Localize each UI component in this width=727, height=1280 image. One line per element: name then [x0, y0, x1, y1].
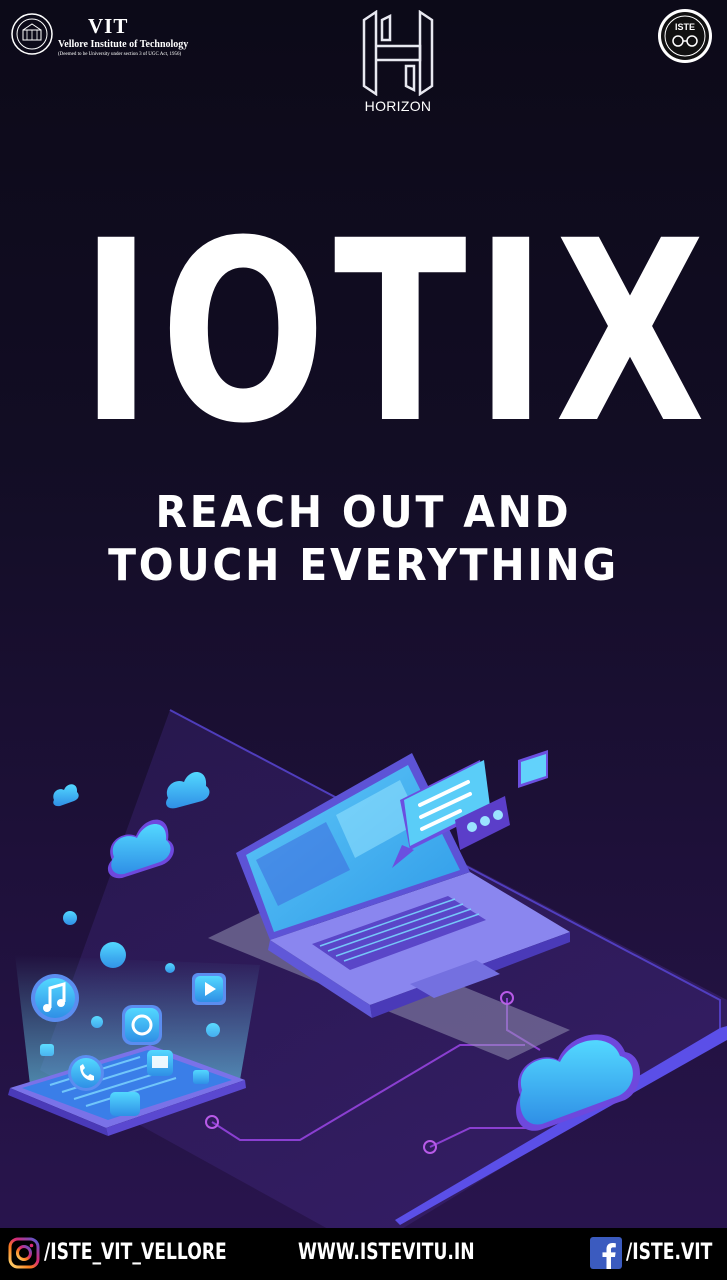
footer-bar: /ISTE_VIT_VELLORE WWW.ISTEVITU.IN /ISTE.… [0, 1228, 727, 1280]
event-title: IOTIX [79, 187, 714, 478]
facebook-handle[interactable]: /ISTE.VIT [626, 1240, 712, 1265]
vit-seal-icon [11, 13, 53, 55]
tagline-line-1: REACH OUT AND [155, 487, 572, 538]
cloud-icon [53, 784, 79, 807]
tagline-line-2: TOUCH EVERYTHING [108, 540, 619, 591]
vit-full-name: Vellore Institute of Technology [58, 39, 189, 50]
vit-logo: VIT Vellore Institute of Technology (Dee… [10, 10, 188, 60]
camera-icon [122, 1005, 162, 1045]
music-icon [31, 974, 79, 1022]
phone-icon [68, 1055, 104, 1091]
play-icon [192, 973, 226, 1005]
event-poster: VIT Vellore Institute of Technology (Dee… [0, 0, 727, 1280]
facebook-icon[interactable] [590, 1237, 622, 1269]
website-link[interactable]: WWW.ISTEVITU.IN [298, 1240, 475, 1265]
horizon-name: HORIZON [364, 98, 432, 114]
horizon-logo: HORIZON [356, 10, 440, 114]
horizon-h-icon [362, 10, 434, 96]
vit-name: VIT [88, 14, 129, 38]
instagram-icon[interactable] [8, 1237, 40, 1269]
iste-logo-text: ISTE [675, 22, 695, 32]
iste-logo: ISTE [658, 9, 712, 63]
vit-deemed-text: (Deemed to be University under section 3… [58, 52, 182, 57]
instagram-handle[interactable]: /ISTE_VIT_VELLORE [44, 1240, 227, 1265]
iot-illustration [8, 709, 727, 1230]
window-icon [518, 750, 548, 788]
